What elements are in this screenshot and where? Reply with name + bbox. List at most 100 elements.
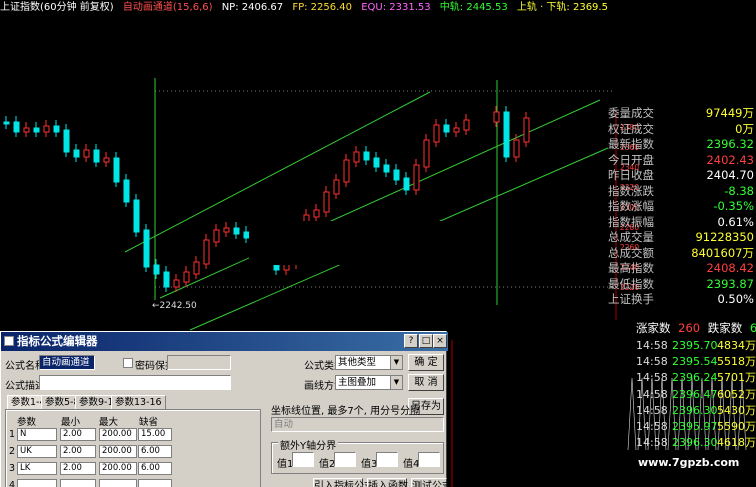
param-max-input[interactable]: 200.00 [99,428,137,441]
tab-params-13-16[interactable]: 参数13-16 [111,395,166,409]
quote-row: 委量成交 97449万 [608,106,756,122]
ok-button[interactable]: 确 定 [408,354,444,371]
formula-desc-input[interactable] [39,375,231,390]
low-marker: ←2242.50 [152,301,197,311]
candle-body [83,149,90,158]
draw-method-value: 主图叠加 [338,377,377,388]
candle-body [413,164,420,191]
quote-row: 最高指数 2408.42 [608,261,756,277]
formula-editor-dialog[interactable]: 指标公式编辑器 ? □ × 公式名称 自动画通道 密码保护 公式描述 公式类型 … [0,331,452,487]
import-formula-button[interactable]: 引入指标公式 [313,478,374,487]
dialog-title-bar[interactable]: 指标公式编辑器 [1,332,448,351]
candle-body [433,124,440,143]
candle-body [13,121,20,133]
tick-row: 14:58 2395.54 5518万 [636,354,756,370]
quote-row: 指数涨幅 -0.35% [608,199,756,215]
candle-body [213,229,220,243]
candle-body [93,149,100,163]
param-def-input[interactable]: 6.00 [138,462,172,475]
tick-row: 14:58 2396.30 4618万 [636,435,756,451]
quote-value: 0万 [735,121,754,136]
candle-body [23,127,30,133]
quote-label: 委量成交 [608,106,654,120]
param-min-input[interactable]: 2.00 [60,428,96,441]
tick-time: 14:58 [636,403,668,417]
candle-body [373,157,380,168]
cancel-button[interactable]: 取 消 [408,374,444,391]
quote-label: 最高指数 [608,261,654,275]
close-button[interactable]: × [433,334,447,348]
param-name-input[interactable]: UK [17,445,57,458]
password-input[interactable] [167,355,231,370]
quote-label: 最低指数 [608,276,654,291]
param-min-input[interactable]: 2.00 [60,462,96,475]
quote-row: 今日开盘 2402.43 [608,153,756,169]
candle-body [423,139,430,168]
candle-body [393,169,400,181]
param-name-input[interactable]: LK [17,462,57,475]
chart-header: 上证指数(60分钟 前复权) 自动画通道(15,6,6) NP: 2406.67… [0,0,756,16]
quote-value: 2393.87 [706,276,754,291]
extra-y-value-input[interactable] [334,452,356,467]
tick-price: 2396.47 [672,387,718,401]
chart-title: 上证指数(60分钟 前复权) [0,2,114,13]
extra-y-value-input[interactable] [418,452,440,467]
equ-value: EQU: 2331.53 [361,2,431,13]
quote-label: 指数振幅 [608,214,654,229]
param-max-input[interactable]: 200.00 [99,445,137,458]
param-name-input[interactable]: N [17,428,57,441]
maximize-button[interactable]: □ [419,334,433,348]
quote-row: 总成交额 8401607万 [608,246,756,262]
quote-row: 权证成交 0万 [608,122,756,138]
param-name-input[interactable] [17,479,57,487]
tick-price: 2395.97 [672,419,718,433]
candle-body [353,151,360,163]
extra-y-value-input[interactable] [376,452,398,467]
tick-row: 14:58 2395.70 4834万 [636,338,756,354]
tick-time: 14:58 [636,355,668,369]
insert-function-button[interactable]: 插入函数 [367,478,408,487]
tick-row: 14:58 2396.24 5701万 [636,370,756,386]
quote-label: 权证成交 [608,121,654,136]
help-button[interactable]: ? [404,334,418,348]
candle-body [193,261,200,275]
param-max-input[interactable] [99,479,137,487]
candle-body [503,111,510,158]
candle-body [63,129,70,153]
tick-time: 14:58 [636,419,668,433]
candle-body [43,125,50,133]
tick-list[interactable]: 14:58 2395.70 4834万 14:58 2395.54 5518万 14:58 2… [636,338,756,451]
param-def-input[interactable]: 6.00 [138,445,172,458]
tick-row: 14:58 2395.97 5590万 [636,419,756,435]
quote-label: 最新指数 [608,137,654,151]
param-max-input[interactable]: 200.00 [99,462,137,475]
quote-panel: 委量成交 97449万 权证成交 0万 最新指数 2396.32 今日开盘 2402.43 昨日… [608,106,756,308]
param-header-name: 参数 [17,417,37,428]
quote-label: 上证换手 [608,292,654,306]
chevron-down-icon: ▼ [390,356,402,369]
param-header-default: 缺省 [139,417,159,428]
candle-body [403,177,410,191]
quote-label: 指数涨跌 [608,183,654,198]
tick-vol: 5430万 [717,403,756,417]
coord-input[interactable]: 自动 [271,417,444,432]
param-def-input[interactable]: 15.00 [138,428,172,441]
up-count: 260 [678,321,701,335]
extra-y-value-label: 值2 [319,459,336,470]
candle-body [3,121,10,125]
param-min-input[interactable] [60,479,96,487]
password-checkbox[interactable] [123,358,133,368]
formula-name-input[interactable]: 自动画通道 [39,355,95,370]
quote-row: 上证换手 0.50% [608,292,756,308]
test-formula-button[interactable]: 测试公式 [411,478,452,487]
param-def-input[interactable] [138,479,172,487]
candle-body [233,227,240,235]
tick-price: 2395.70 [672,339,718,352]
candle-body [73,149,80,158]
formula-type-select[interactable]: 其他类型 ▼ [335,355,403,370]
draw-method-select[interactable]: 主图叠加 ▼ [335,375,403,390]
extra-y-value-input[interactable] [292,452,314,467]
param-header-min: 最小 [61,417,81,428]
indicator-name[interactable]: 自动画通道(15,6,6) [123,2,213,13]
param-min-input[interactable]: 2.00 [60,445,96,458]
